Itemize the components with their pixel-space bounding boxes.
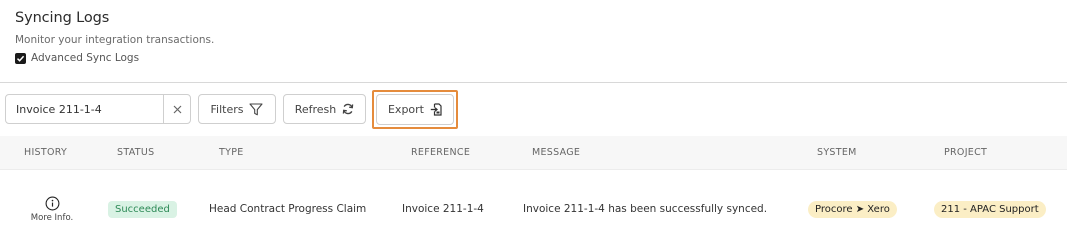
refresh-button-label: Refresh (294, 102, 337, 116)
advanced-sync-logs-label: Advanced Sync Logs (31, 52, 140, 64)
column-header-message[interactable]: MESSAGE (532, 136, 580, 170)
search-box (5, 94, 191, 124)
advanced-sync-logs-toggle[interactable]: Advanced Sync Logs (15, 52, 214, 64)
toolbar: Filters Refresh Export (5, 89, 458, 129)
page-title: Syncing Logs (15, 10, 110, 26)
status-cell: Succeeded (108, 170, 177, 248)
column-header-project[interactable]: PROJECT (944, 136, 987, 170)
sync-logs-table: HISTORY STATUS TYPE REFERENCE MESSAGE SY… (0, 136, 1067, 223)
column-header-system[interactable]: SYSTEM (817, 136, 857, 170)
column-header-type[interactable]: TYPE (219, 136, 244, 170)
type-cell: Head Contract Progress Claim (209, 203, 367, 215)
message-cell: Invoice 211-1-4 has been successfully sy… (523, 203, 768, 215)
header-divider (0, 82, 1067, 83)
table-row: More Info. Succeeded Head Contract Progr… (0, 170, 1067, 248)
filter-icon (249, 102, 264, 115)
page-header: Syncing Logs Monitor your integration tr… (15, 10, 214, 64)
column-header-reference[interactable]: REFERENCE (411, 136, 470, 170)
more-info-label: More Info. (30, 212, 74, 223)
project-pill: 211 - APAC Support (934, 200, 1046, 218)
project-cell: 211 - APAC Support (934, 170, 1046, 248)
system-cell: Procore ➤ Xero (808, 170, 897, 248)
checkmark-icon (16, 55, 25, 62)
status-badge: Succeeded (108, 200, 177, 218)
export-button-label: Export (387, 102, 424, 116)
close-icon (173, 105, 181, 113)
filters-button[interactable]: Filters (198, 94, 276, 124)
table-header: HISTORY STATUS TYPE REFERENCE MESSAGE SY… (0, 136, 1067, 170)
refresh-button[interactable]: Refresh (283, 94, 366, 124)
system-pill: Procore ➤ Xero (808, 200, 897, 218)
more-info-button[interactable]: More Info. (16, 170, 88, 248)
column-header-history[interactable]: HISTORY (24, 136, 67, 170)
file-export-icon (430, 102, 442, 116)
search-input[interactable] (6, 95, 163, 123)
page-subtitle: Monitor your integration transactions. (15, 34, 215, 46)
export-highlight: Export (372, 89, 458, 129)
clear-search-button[interactable] (163, 95, 190, 123)
filters-button-label: Filters (210, 102, 244, 116)
advanced-sync-logs-checkbox[interactable] (15, 52, 26, 64)
column-header-status[interactable]: STATUS (117, 136, 154, 170)
export-button[interactable]: Export (376, 93, 454, 125)
info-icon (45, 196, 59, 210)
refresh-icon (343, 103, 354, 115)
reference-cell: Invoice 211-1-4 (402, 203, 484, 215)
